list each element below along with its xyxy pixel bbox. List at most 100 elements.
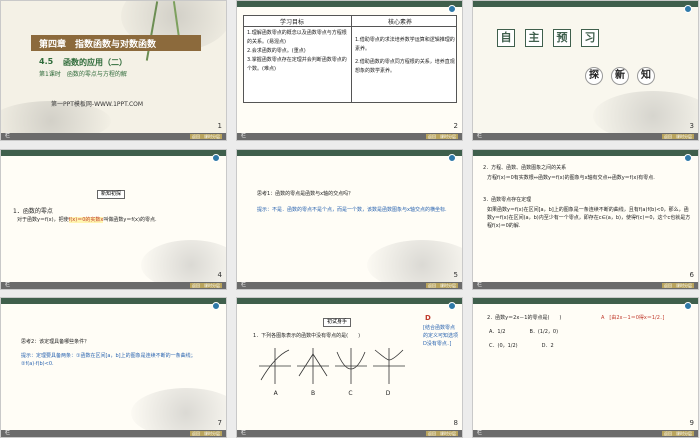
lesson-button[interactable]: 课时分层 bbox=[674, 283, 694, 288]
choice-option: C．(0，1/2) bbox=[489, 343, 518, 349]
title-char: 预 bbox=[553, 29, 571, 47]
think-question: 思考2：该定理具备哪些条件？ bbox=[21, 339, 90, 345]
slide-footer: 栏 返回 课时分层 bbox=[237, 133, 462, 140]
lesson-button[interactable]: 课时分层 bbox=[674, 134, 694, 139]
return-button[interactable]: 返回 bbox=[426, 283, 438, 288]
option-graphs-icon bbox=[259, 348, 405, 384]
title-char: 主 bbox=[525, 29, 543, 47]
slide-header-bar bbox=[1, 150, 226, 156]
nav-dot-icon[interactable] bbox=[684, 154, 692, 162]
nav-dot-icon[interactable] bbox=[448, 302, 456, 310]
footer-label: 栏 bbox=[241, 133, 247, 139]
return-button[interactable]: 返回 bbox=[662, 431, 674, 436]
table-header-goals: 学习目标 bbox=[280, 19, 305, 26]
nav-dot-icon[interactable] bbox=[212, 154, 220, 162]
table-row-divider bbox=[244, 26, 456, 27]
page-number: 5 bbox=[453, 271, 458, 279]
exercise-question: 1．下列各图象表示的函数中没有零点的是( ) bbox=[253, 333, 361, 339]
answer-explanation: [结合函数零点的定义可知选项D没有零点．] bbox=[423, 325, 459, 347]
literacy-item: 2.借助函数的零点同方程根的关系，培养直观想象的数学素养。 bbox=[355, 59, 455, 74]
slide-footer: 栏 返回 课时分层 bbox=[1, 133, 226, 140]
choice-option: B．(1/2，0) bbox=[529, 329, 559, 335]
footer-label: 栏 bbox=[5, 430, 11, 436]
lesson-button[interactable]: 课时分层 bbox=[202, 134, 222, 139]
choice-option: D．2 bbox=[541, 343, 554, 349]
relation-body: 方程f(x)＝0有实数根⇔函数y＝f(x)的图象与x轴有交点⇔函数y＝f(x)有… bbox=[487, 175, 655, 181]
option-label: C bbox=[348, 390, 353, 397]
lesson-button[interactable]: 课时分层 bbox=[202, 283, 222, 288]
slide-thumbnail-1[interactable]: 第四章 指数函数与对数函数 4.5 函数的应用（二） 第1课时 函数的零点与方程… bbox=[0, 0, 227, 141]
slide-header-bar bbox=[473, 150, 698, 156]
nav-dot-icon[interactable] bbox=[212, 302, 220, 310]
slide-thumbnail-3[interactable]: 自 主 预 习 探 新 知 栏 返回 课时分层 3 bbox=[472, 0, 699, 141]
option-label: D bbox=[385, 390, 391, 397]
slide-footer: 栏 返回 课时分层 bbox=[473, 133, 698, 140]
nav-dot-icon[interactable] bbox=[448, 154, 456, 162]
slide-footer: 栏 返回 课时分层 bbox=[237, 282, 462, 289]
answer-letter: D bbox=[425, 314, 431, 322]
option-label: B bbox=[310, 390, 316, 397]
title-char: 自 bbox=[497, 29, 515, 47]
footer-label: 栏 bbox=[477, 133, 483, 139]
page-number: 8 bbox=[453, 419, 458, 427]
page-number: 4 bbox=[217, 271, 222, 279]
goal-item: 2.会求函数的零点。(重点) bbox=[247, 48, 306, 54]
return-button[interactable]: 返回 bbox=[426, 431, 438, 436]
body-text: 对于函数y＝f(x)，把使 bbox=[17, 217, 69, 223]
lesson-button[interactable]: 课时分层 bbox=[202, 431, 222, 436]
return-button[interactable]: 返回 bbox=[662, 283, 674, 288]
slide-grid: 第四章 指数函数与对数函数 4.5 函数的应用（二） 第1课时 函数的零点与方程… bbox=[0, 0, 700, 438]
return-button[interactable]: 返回 bbox=[190, 283, 202, 288]
goals-list: 1.理解函数零点的概念以及函数零点与方程根的关系。(易混点) 2.会求函数的零点… bbox=[247, 29, 349, 74]
table-header-literacy: 核心素养 bbox=[388, 19, 413, 26]
lesson-button[interactable]: 课时分层 bbox=[438, 134, 458, 139]
slide-thumbnail-2[interactable]: 学习目标 核心素养 1.理解函数零点的概念以及函数零点与方程根的关系。(易混点)… bbox=[236, 0, 463, 141]
body-text: 叫做函数y＝f(x)的零点. bbox=[103, 217, 157, 223]
nav-dot-icon[interactable] bbox=[684, 302, 692, 310]
page-number: 7 bbox=[217, 419, 222, 427]
lesson-button[interactable]: 课时分层 bbox=[438, 283, 458, 288]
page-number: 6 bbox=[689, 271, 694, 279]
nav-dot-icon[interactable] bbox=[448, 5, 456, 13]
table-col-divider bbox=[351, 16, 352, 102]
return-button[interactable]: 返回 bbox=[662, 134, 674, 139]
slide-thumbnail-5[interactable]: 思考1：函数的零点是函数与x轴的交点吗？ 提示：不是．函数的零点不是个点，而是一… bbox=[236, 149, 463, 290]
concept-body: 对于函数y＝f(x)，把使f(x)＝0的实数x叫做函数y＝f(x)的零点. bbox=[17, 216, 157, 223]
concept-heading: 1．函数的零点 bbox=[13, 208, 53, 215]
slide-header-bar bbox=[473, 1, 698, 7]
slide-thumbnail-4[interactable]: 新知初探 1．函数的零点 对于函数y＝f(x)，把使f(x)＝0的实数x叫做函数… bbox=[0, 149, 227, 290]
slide-thumbnail-8[interactable]: 初试身手 1．下列各图象表示的函数中没有零点的是( ) A B C D D [结… bbox=[236, 297, 463, 438]
nav-dot-icon[interactable] bbox=[684, 5, 692, 13]
slide-footer: 栏 返回 课时分层 bbox=[1, 430, 226, 437]
lesson-button[interactable]: 课时分层 bbox=[438, 431, 458, 436]
chapter-title: 第四章 指数函数与对数函数 bbox=[39, 40, 157, 50]
title-char: 新 bbox=[611, 67, 629, 85]
footer-label: 栏 bbox=[5, 282, 11, 288]
exercise-question: 2．函数y＝2x－1的零点是( ) bbox=[487, 315, 562, 321]
slide-footer: 栏 返回 课时分层 bbox=[473, 430, 698, 437]
return-button[interactable]: 返回 bbox=[190, 431, 202, 436]
title-char: 习 bbox=[581, 29, 599, 47]
return-button[interactable]: 返回 bbox=[190, 134, 202, 139]
slide-header-bar bbox=[473, 298, 698, 304]
footer-label: 栏 bbox=[241, 430, 247, 436]
slide-thumbnail-6[interactable]: 2．方程、函数、函数图象之间的关系 方程f(x)＝0有实数根⇔函数y＝f(x)的… bbox=[472, 149, 699, 290]
section-tag: 初试身手 bbox=[323, 318, 352, 327]
slide-header-bar bbox=[237, 150, 462, 156]
footer-label: 栏 bbox=[241, 282, 247, 288]
option-label: A bbox=[273, 390, 278, 397]
lesson-button[interactable]: 课时分层 bbox=[674, 431, 694, 436]
return-button[interactable]: 返回 bbox=[426, 134, 438, 139]
slide-thumbnail-9[interactable]: 2．函数y＝2x－1的零点是( ) A [由2x－1＝0得x＝1/2．] A．1… bbox=[472, 297, 699, 438]
slide-thumbnail-7[interactable]: 思考2：该定理具备哪些条件？ 提示：定理要具备两条：①函数在区间[a，b]上的图… bbox=[0, 297, 227, 438]
slide-header-bar bbox=[237, 1, 462, 7]
title-char: 知 bbox=[637, 67, 655, 85]
relation-heading: 2．方程、函数、函数图象之间的关系 bbox=[483, 165, 567, 171]
footer-label: 栏 bbox=[5, 133, 11, 139]
think-answer: 提示：定理要具备两条：①函数在区间[a，b]上的图象是连续不断的一条曲线；②f(… bbox=[21, 353, 196, 367]
slide-header-bar bbox=[1, 298, 226, 304]
think-answer: 提示：不是．函数的零点不是个点，而是一个数，该数是函数图象与x轴交点的横坐标. bbox=[257, 207, 447, 213]
footer-label: 栏 bbox=[477, 430, 483, 436]
slide-footer: 栏 返回 课时分层 bbox=[237, 430, 462, 437]
self-study-title: 自 主 预 习 bbox=[497, 29, 599, 47]
